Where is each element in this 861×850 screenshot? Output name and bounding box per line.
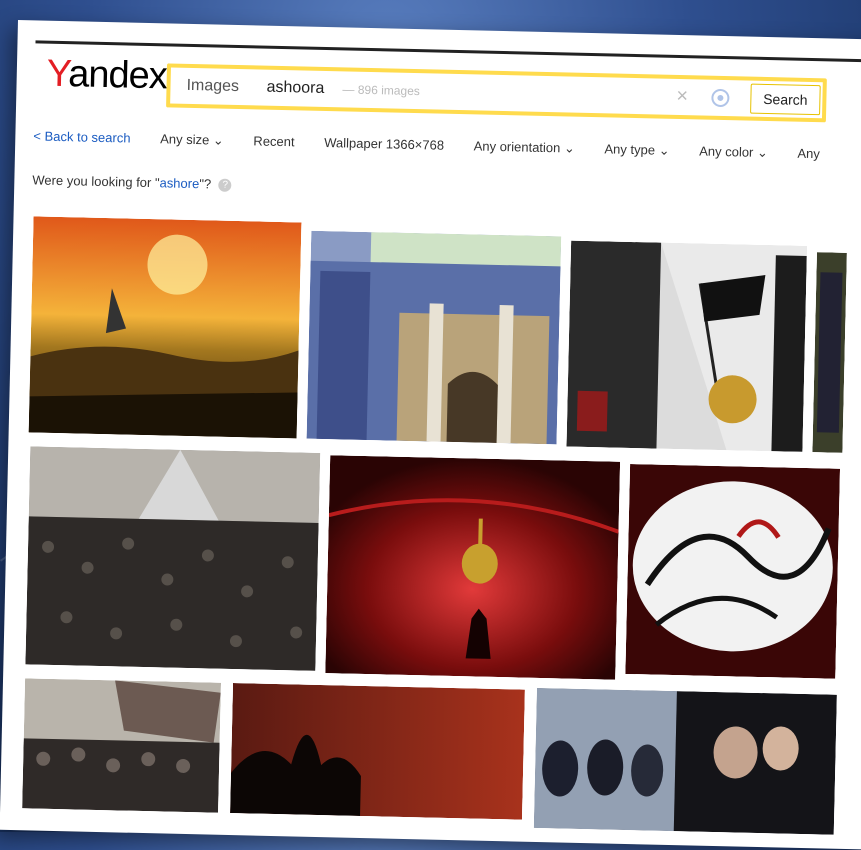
result-image-4[interactable] — [25, 446, 321, 671]
shrine-facade-image — [306, 230, 562, 445]
filter-size[interactable]: Any size ⌄ — [160, 131, 224, 148]
back-to-search-link[interactable]: < Back to search — [33, 128, 131, 145]
suggestion-prefix: Were you looking for " — [32, 172, 160, 191]
crowd-image — [25, 446, 321, 671]
result-image-3[interactable] — [566, 240, 808, 452]
filter-orientation[interactable]: Any orientation ⌄ — [473, 138, 575, 156]
result-image-8[interactable] — [230, 683, 525, 820]
filter-wallpaper[interactable]: Wallpaper 1366×768 — [324, 135, 444, 153]
veiled-women-image — [533, 687, 837, 835]
spelling-suggestion: Were you looking for "ashore"? ? — [32, 172, 232, 192]
camera-search-icon[interactable] — [710, 88, 730, 108]
help-icon[interactable]: ? — [218, 178, 232, 192]
black-flag-image — [566, 240, 808, 452]
result-image-1[interactable] — [28, 216, 302, 439]
partial-image — [812, 252, 847, 453]
filter-bar: < Back to search Any size ⌄ Recent Wallp… — [33, 128, 846, 162]
result-image-7[interactable] — [22, 678, 222, 813]
dark-domes-image — [230, 683, 525, 820]
sunset-battle-image — [28, 216, 302, 439]
yandex-logo[interactable]: Yandex — [46, 53, 167, 98]
result-image-9[interactable] — [533, 687, 837, 835]
suggestion-link[interactable]: ashore — [159, 175, 199, 191]
result-image-partial[interactable] — [812, 252, 847, 453]
calligraphy-image — [625, 464, 841, 679]
result-image-5[interactable] — [325, 455, 621, 680]
result-count: — 896 images — [342, 82, 421, 99]
filter-type[interactable]: Any type ⌄ — [604, 141, 669, 158]
browser-screen: Yandex Images ashoora — 896 images × Sea… — [0, 20, 861, 850]
red-dome-image — [325, 455, 621, 680]
result-image-2[interactable] — [306, 230, 562, 445]
search-box[interactable]: Images ashoora — 896 images × Search — [166, 63, 827, 123]
search-query[interactable]: ashoora — [266, 79, 324, 98]
suggestion-suffix: "? — [199, 176, 212, 192]
clear-icon[interactable]: × — [676, 85, 688, 108]
search-button[interactable]: Search — [750, 83, 821, 116]
result-image-6[interactable] — [625, 464, 841, 679]
filter-color[interactable]: Any color ⌄ — [699, 143, 768, 161]
search-tab-images[interactable]: Images — [186, 77, 239, 96]
filter-more[interactable]: Any — [797, 146, 820, 162]
filter-recent[interactable]: Recent — [253, 133, 295, 149]
crowd-banner-image — [22, 678, 222, 813]
